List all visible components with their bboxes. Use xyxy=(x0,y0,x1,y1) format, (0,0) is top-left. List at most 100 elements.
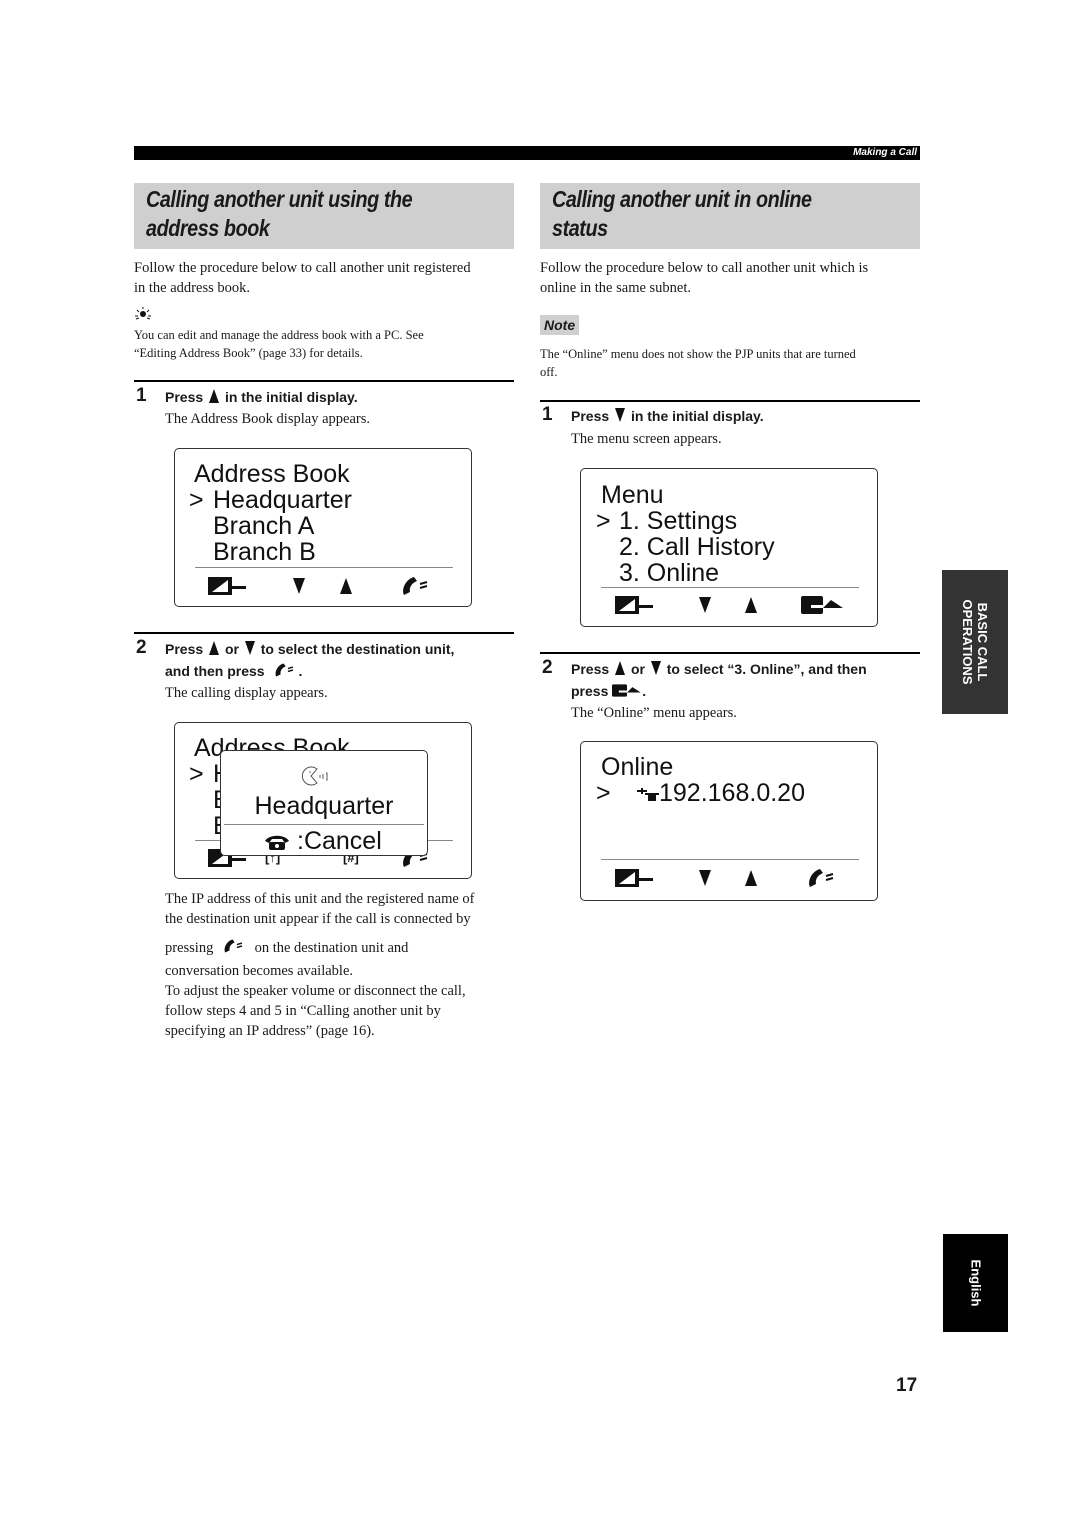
hangup-phone-icon xyxy=(265,835,289,850)
back-icon xyxy=(615,869,653,887)
lcd-online-ip-address[interactable]: 192.168.0.20 xyxy=(659,780,805,806)
step-title: Press in the initial display. xyxy=(571,405,764,427)
page-number: 17 xyxy=(896,1375,918,1396)
text-line: conversation becomes available. xyxy=(165,963,354,979)
network-icon xyxy=(637,788,659,801)
lcd-cursor: > xyxy=(189,486,204,514)
down-arrow-icon xyxy=(699,870,711,886)
chapter-tab-label: BASIC CALL OPERATIONS xyxy=(960,600,990,685)
up-arrow-icon xyxy=(209,389,220,403)
popup-cancel-label: :Cancel xyxy=(297,827,382,855)
section-heading-address-book: Calling another unit using the address b… xyxy=(134,183,514,249)
step-title-text: Press xyxy=(571,661,610,677)
text-line: pressing on the destination unit and xyxy=(165,938,525,958)
up-arrow-icon xyxy=(745,597,757,613)
step-title-text: to select the destination unit, xyxy=(260,641,455,657)
down-arrow-icon xyxy=(615,408,626,422)
down-arrow-icon xyxy=(699,597,711,613)
call-handset-icon xyxy=(224,939,243,953)
back-icon xyxy=(615,596,653,614)
step-title-text: in the initial display. xyxy=(630,408,764,424)
lcd-separator xyxy=(195,567,453,568)
up-arrow-icon xyxy=(615,661,626,675)
section-heading-line: status xyxy=(552,215,608,241)
step-title-text: or xyxy=(224,641,239,657)
lcd-cursor: > xyxy=(596,779,611,807)
popup-destination-name: Headquarter xyxy=(254,792,394,820)
step-description: The Address Book display appears. xyxy=(165,411,370,427)
enter-icon xyxy=(612,684,641,697)
section-heading-line: Calling another unit in online xyxy=(552,186,812,212)
lightbulb-hint-icon xyxy=(135,307,151,320)
text-line: Follow the procedure below to call anoth… xyxy=(134,260,471,276)
step-description: The “Online” menu appears. xyxy=(571,705,737,721)
step-divider xyxy=(134,380,514,382)
up-arrow-icon xyxy=(209,641,220,655)
step-title: Press or to select the destination unit,… xyxy=(165,638,515,682)
text-line: online in the same subnet. xyxy=(540,280,692,296)
calling-face-icon xyxy=(301,766,328,786)
lcd-cursor: > xyxy=(596,507,611,535)
language-tab-english[interactable]: English xyxy=(943,1234,1008,1332)
step-title-text: press xyxy=(571,683,609,699)
call-handset-icon xyxy=(276,663,294,677)
calling-popup: Headquarter :Cancel xyxy=(220,750,428,856)
running-header-bar: Making a Call xyxy=(134,146,920,160)
running-header-label: Making a Call xyxy=(853,147,917,158)
lcd-online: Online > 192.168.0.20 xyxy=(580,741,878,901)
chapter-tab-basic-call-operations[interactable]: BASIC CALL OPERATIONS xyxy=(942,570,1008,714)
step-title-text: and then press xyxy=(165,663,265,679)
up-arrow-icon xyxy=(340,578,352,594)
text-line: off. xyxy=(540,365,558,379)
lcd-title: Address Book xyxy=(194,460,350,488)
step-title-text: to select “3. Online”, and then xyxy=(666,661,867,677)
lcd-cursor: > xyxy=(189,760,204,788)
up-arrow-icon xyxy=(745,870,757,886)
step-number: 2 xyxy=(542,657,553,678)
lcd-menu-item: 3. Online xyxy=(619,559,720,587)
lcd-title: Online xyxy=(601,753,674,781)
chapter-tab-line: OPERATIONS xyxy=(960,599,975,685)
lcd-entry-selected: Headquarter xyxy=(213,486,352,514)
text-line: follow steps 4 and 5 in “Calling another… xyxy=(165,1003,441,1019)
step-description: The menu screen appears. xyxy=(571,431,722,447)
call-handset-icon xyxy=(403,577,428,595)
step-description: The calling display appears. xyxy=(165,685,328,701)
text-line: The IP address of this unit and the regi… xyxy=(165,891,475,907)
language-tab-label: English xyxy=(968,1259,983,1307)
step-divider xyxy=(540,652,920,654)
lcd-title: Menu xyxy=(601,481,664,509)
down-arrow-icon xyxy=(650,661,661,675)
down-arrow-icon xyxy=(293,578,305,594)
text-line: the destination unit appear if the call … xyxy=(165,911,471,927)
intro-paragraph: Follow the procedure below to call anoth… xyxy=(540,258,930,298)
text-line: in the address book. xyxy=(134,280,250,296)
hint-paragraph: You can edit and manage the address book… xyxy=(134,326,524,362)
lcd-separator xyxy=(601,859,859,860)
lcd-menu-item: 2. Call History xyxy=(619,533,775,561)
step-title-text: in the initial display. xyxy=(224,389,358,405)
note-badge: Note xyxy=(540,315,580,335)
result-paragraph: The IP address of this unit and the regi… xyxy=(165,889,525,1041)
step-title-text: Press xyxy=(165,389,204,405)
step-number: 1 xyxy=(542,404,553,425)
lcd-menu: Menu > 1. Settings 2. Call History 3. On… xyxy=(580,468,878,627)
lcd-entry: Branch A xyxy=(213,512,315,540)
intro-paragraph: Follow the procedure below to call anoth… xyxy=(134,258,524,298)
text-fragment: pressing xyxy=(165,940,214,956)
text-line: To adjust the speaker volume or disconne… xyxy=(165,983,466,999)
step-divider xyxy=(540,400,920,402)
section-heading-online-status: Calling another unit in online status xyxy=(540,183,920,249)
step-title-text: . xyxy=(298,663,303,679)
step-title: Press in the initial display. xyxy=(165,386,358,408)
back-icon xyxy=(208,577,246,595)
call-handset-icon xyxy=(809,869,834,887)
step-title-text: Press xyxy=(571,408,610,424)
text-line: Follow the procedure below to call anoth… xyxy=(540,260,869,276)
section-heading-line: Calling another unit using the xyxy=(146,186,413,212)
note-paragraph: The “Online” menu does not show the PJP … xyxy=(540,345,930,381)
lcd-menu-item-selected: 1. Settings xyxy=(619,507,738,535)
text-fragment: on the destination unit and xyxy=(254,940,409,956)
step-title-text: . xyxy=(642,683,647,699)
lcd-entry: Branch B xyxy=(213,538,316,566)
